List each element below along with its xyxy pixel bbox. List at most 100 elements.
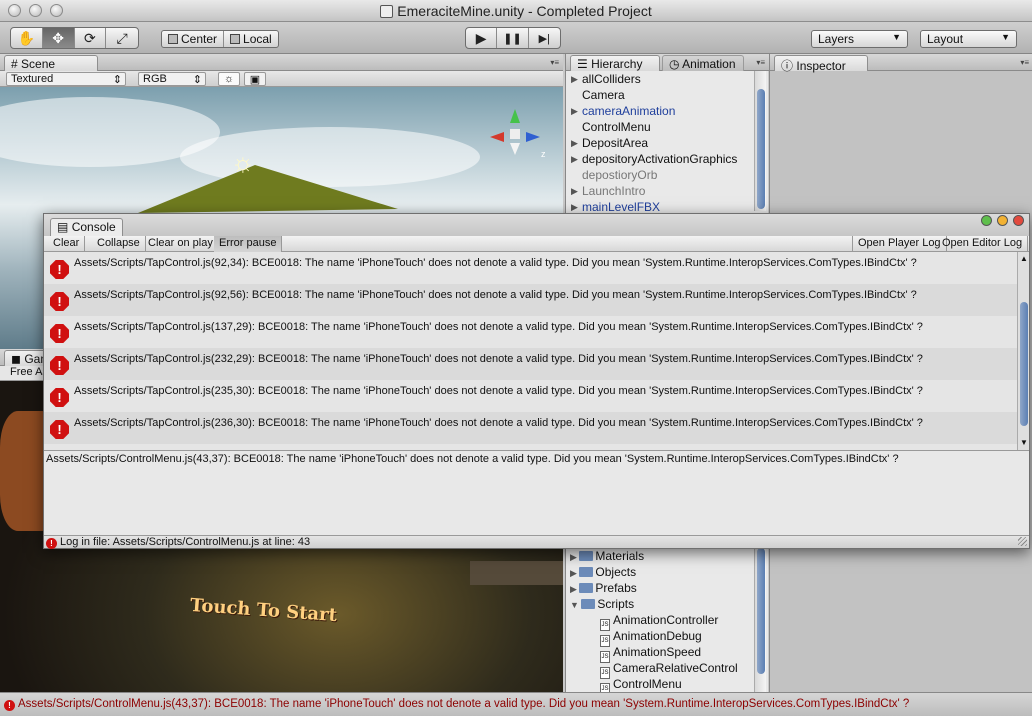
project-folder[interactable]: ▶ Prefabs: [566, 580, 754, 596]
resize-grip-icon[interactable]: [1018, 537, 1027, 546]
error-icon: !: [50, 324, 69, 343]
console-titlebar[interactable]: ▤ Console: [44, 214, 1029, 236]
hierarchy-item[interactable]: ▶ depositoryActivationGraphics: [566, 151, 754, 167]
hierarchy-item[interactable]: ▶ cameraAnimation: [566, 103, 754, 119]
panel-menu-icon[interactable]: ▾≡: [550, 58, 559, 67]
project-item-label: Prefabs: [595, 581, 637, 595]
z-axis-icon[interactable]: [526, 132, 540, 142]
console-entry[interactable]: ! Assets/Scripts/TapControl.js(232,29): B…: [44, 348, 1017, 380]
scroll-up-icon[interactable]: ▲: [1020, 254, 1028, 263]
open-player-log-button[interactable]: Open Player Log: [852, 236, 947, 252]
scale-tool-button[interactable]: ⤢: [106, 28, 138, 48]
space-local-button[interactable]: Local: [224, 31, 278, 47]
hierarchy-item[interactable]: Camera: [566, 87, 754, 103]
pause-button[interactable]: ❚❚: [497, 28, 529, 48]
expand-arrow-icon[interactable]: ▶: [571, 151, 578, 167]
image-icon: ▣: [249, 74, 261, 86]
console-icon: ▤: [57, 220, 69, 234]
clear-on-play-button[interactable]: Clear on play: [143, 236, 219, 252]
panel-menu-icon[interactable]: ▾≡: [1020, 58, 1029, 67]
console-entry[interactable]: ! Assets/Scripts/TapControl.js(92,34): BC…: [44, 252, 1017, 284]
window-title-container: EmeraciteMine.unity - Completed Project: [0, 3, 1032, 19]
minimize-console-button[interactable]: [997, 215, 1008, 226]
tab-scene[interactable]: # Scene: [4, 55, 98, 71]
project-item-label: ControlMenu: [613, 677, 682, 691]
error-pause-button[interactable]: Error pause: [214, 236, 283, 252]
hierarchy-item[interactable]: ▶ allColliders: [566, 71, 754, 87]
expand-arrow-icon[interactable]: ▶: [571, 71, 578, 87]
project-script[interactable]: JS CameraRelativeControl: [566, 660, 754, 679]
project-folder[interactable]: ▼ Scripts: [566, 596, 754, 612]
scroll-down-icon[interactable]: ▼: [1020, 438, 1028, 447]
move-tool-button[interactable]: ✥: [42, 28, 75, 48]
project-script[interactable]: JS ControlMenu: [566, 676, 754, 695]
hierarchy-item[interactable]: ▶ LaunchIntro: [566, 183, 754, 199]
expand-arrow-icon[interactable]: ▶: [571, 183, 578, 199]
expand-arrow-icon[interactable]: ▼: [570, 600, 581, 610]
project-item-label: AnimationSpeed: [613, 645, 702, 659]
project-folder[interactable]: ▶ Objects: [566, 564, 754, 580]
render-mode-dropdown[interactable]: Textured ⇕: [6, 72, 126, 86]
clear-button[interactable]: Clear: [48, 236, 86, 252]
dropdown-arrow-icon: ⇕: [112, 74, 122, 86]
rotate-tool-button[interactable]: ⟳: [75, 28, 107, 48]
project-scrollbar[interactable]: [754, 548, 766, 692]
neg-y-axis-icon[interactable]: [510, 143, 520, 155]
hierarchy-item-label: depositoryActivationGraphics: [582, 152, 738, 166]
channel-dropdown[interactable]: RGB ⇕: [138, 72, 206, 86]
tab-animation[interactable]: ◷ Animation: [662, 55, 744, 71]
project-script[interactable]: JS AnimationSpeed: [566, 644, 754, 663]
clock-icon: ◷: [669, 57, 680, 71]
scrollbar-thumb[interactable]: [757, 548, 765, 674]
pivot-center-button[interactable]: Center: [162, 31, 225, 47]
scrollbar-thumb[interactable]: [757, 89, 765, 209]
layout-dropdown[interactable]: Layout ▼: [920, 30, 1017, 48]
hierarchy-item[interactable]: ControlMenu: [566, 119, 754, 135]
hierarchy-item-label: mainLevelFBX: [582, 200, 661, 214]
tab-hierarchy[interactable]: ☰ Hierarchy: [570, 55, 660, 71]
collapse-button[interactable]: Collapse: [92, 236, 146, 252]
expand-arrow-icon[interactable]: ▶: [570, 584, 579, 594]
project-folder[interactable]: ▶ Materials: [566, 548, 754, 564]
panel-menu-icon[interactable]: ▾≡: [756, 58, 765, 67]
orientation-gizmo[interactable]: [488, 107, 542, 159]
scrollbar-thumb[interactable]: [1020, 302, 1028, 426]
tab-console[interactable]: ▤ Console: [50, 218, 123, 236]
tab-inspector[interactable]: ⓘ Inspector: [774, 55, 868, 73]
expand-arrow-icon[interactable]: ▶: [570, 552, 579, 562]
expand-arrow-icon[interactable]: ▶: [570, 568, 579, 578]
detail-text: Assets/Scripts/ControlMenu.js(43,37): BC…: [46, 453, 899, 465]
space-label: Local: [243, 32, 272, 46]
unity-document-icon: [380, 5, 394, 18]
step-button[interactable]: ▶|: [529, 28, 560, 48]
project-script[interactable]: JS AnimationDebug: [566, 628, 754, 647]
y-axis-icon[interactable]: [510, 109, 520, 123]
skybox-toggle[interactable]: ▣: [244, 72, 266, 86]
console-scrollbar[interactable]: ▲ ▼: [1017, 252, 1029, 450]
center-cube-icon[interactable]: [510, 129, 520, 139]
lighting-toggle[interactable]: ☼: [218, 72, 240, 86]
hierarchy-item[interactable]: ▶ DepositArea: [566, 135, 754, 151]
console-entry[interactable]: ! Assets/Scripts/TapControl.js(235,30): B…: [44, 380, 1017, 412]
console-entry[interactable]: ! Assets/Scripts/TapControl.js(137,29): B…: [44, 316, 1017, 348]
expand-arrow-icon[interactable]: ▶: [571, 103, 578, 119]
expand-arrow-icon[interactable]: ▶: [571, 135, 578, 151]
light-gizmo-icon[interactable]: ☼: [231, 147, 255, 178]
play-button[interactable]: ▶: [466, 28, 498, 48]
console-entry[interactable]: ! Assets/Scripts/TapControl.js(236,30): B…: [44, 412, 1017, 444]
x-axis-icon[interactable]: [490, 132, 504, 142]
layers-dropdown[interactable]: Layers ▼: [811, 30, 908, 48]
hierarchy-scrollbar[interactable]: [754, 71, 766, 211]
hierarchy-item[interactable]: depostioryOrb: [566, 167, 754, 183]
touch-to-start-text: Touch To Start: [189, 594, 338, 627]
zoom-console-button[interactable]: [981, 215, 992, 226]
open-editor-log-button[interactable]: Open Editor Log: [937, 236, 1029, 252]
project-script[interactable]: JS AnimationController: [566, 612, 754, 631]
title-bar: EmeraciteMine.unity - Completed Project: [0, 0, 1032, 22]
close-console-button[interactable]: [1013, 215, 1024, 226]
status-bar[interactable]: ! Assets/Scripts/ControlMenu.js(43,37): B…: [0, 692, 1032, 716]
pivot-label: Center: [181, 32, 218, 46]
console-entry[interactable]: ! Assets/Scripts/TapControl.js(92,56): BC…: [44, 284, 1017, 316]
hand-tool-button[interactable]: ✋: [11, 28, 43, 48]
error-icon: !: [50, 420, 69, 439]
